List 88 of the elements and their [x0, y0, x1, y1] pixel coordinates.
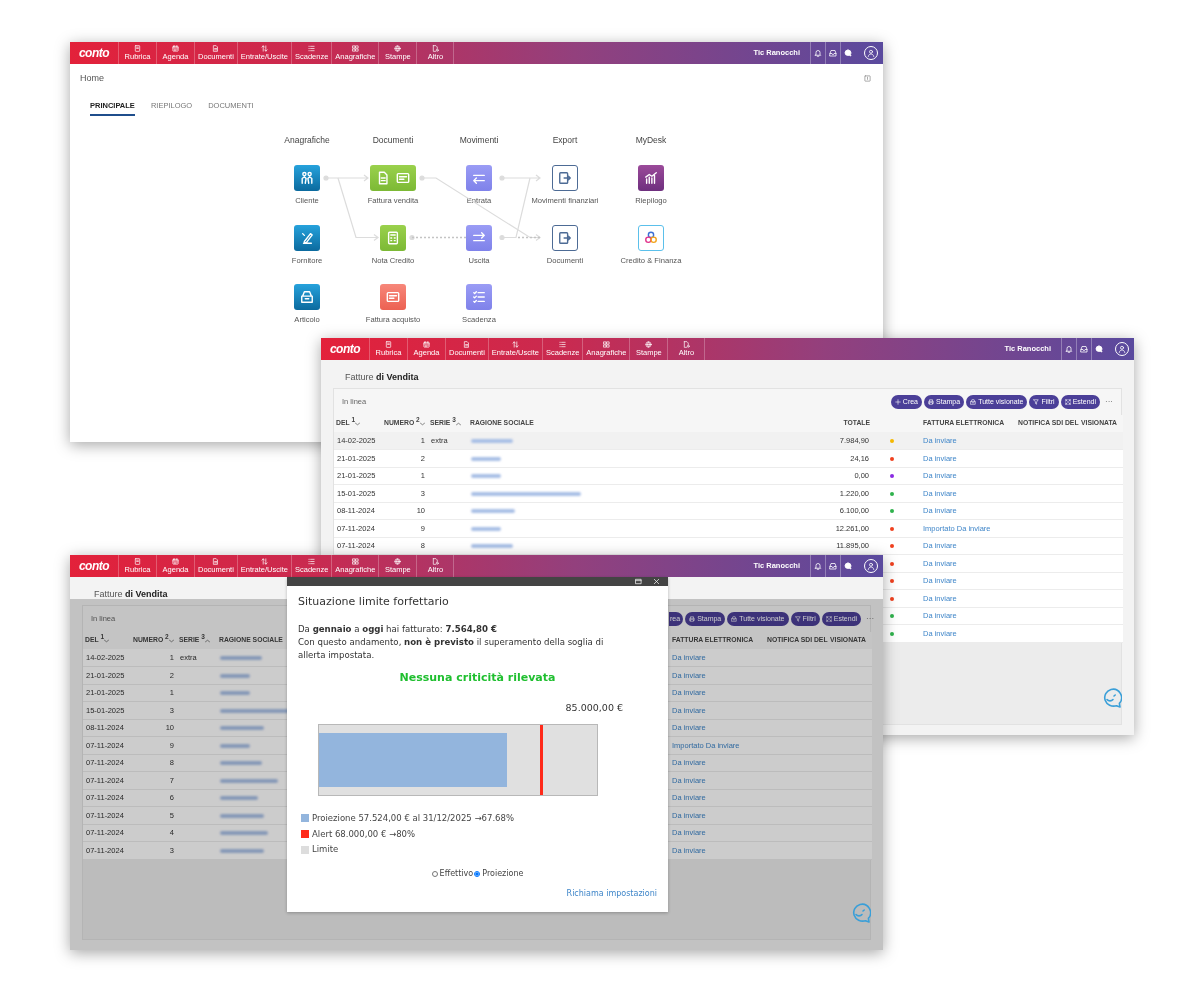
- export-icon[interactable]: [552, 165, 578, 191]
- status-text: Nessuna criticità rilevata: [398, 670, 557, 687]
- calendar-icon: [172, 558, 179, 566]
- radio-label[interactable]: Effettivo: [439, 868, 474, 881]
- card-icon[interactable]: [380, 284, 406, 310]
- document-icon: [463, 341, 471, 349]
- inbox-icon[interactable]: [1080, 345, 1088, 353]
- arrows-icon[interactable]: [466, 224, 492, 251]
- document-icon: [682, 341, 690, 349]
- legend-label: Alert 68.000,00 € →80%: [312, 827, 416, 841]
- document-icon: [431, 45, 439, 53]
- bell-icon[interactable]: [814, 562, 822, 570]
- filter-icon: [794, 616, 801, 622]
- plus-icon: [894, 399, 901, 405]
- legend-label: Proiezione 57.524,00 € al 31/12/2025 →67.68%: [312, 811, 514, 825]
- printer-icon: [689, 616, 696, 622]
- logo[interactable]: conto: [321, 338, 369, 360]
- list-icon: [559, 341, 567, 349]
- message-text: Da gennaio a oggi hai fatturato: 7.564,80 €: [298, 623, 498, 637]
- radio-button[interactable]: [431, 871, 438, 878]
- settings-link[interactable]: Richiama impostazioni: [566, 888, 657, 901]
- globe-icon: [394, 558, 402, 566]
- expand-icon: [825, 616, 832, 622]
- checklist-icon[interactable]: [466, 284, 492, 310]
- chart-icon[interactable]: [638, 165, 664, 191]
- grid-icon: [602, 341, 610, 349]
- people-icon[interactable]: [294, 165, 320, 191]
- export-icon[interactable]: [552, 224, 578, 251]
- arrows-icon: [260, 45, 268, 53]
- grid-icon: [351, 45, 359, 53]
- document-icon: [212, 45, 220, 53]
- box-icon[interactable]: [294, 284, 320, 310]
- user-icon: [1118, 345, 1126, 353]
- message-text: Con questo andamento, non è previsto il superamento della soglia di allerta impostata.: [298, 636, 605, 663]
- column-heading: Movimenti: [459, 134, 499, 147]
- document-tile-icon[interactable]: [370, 165, 416, 191]
- legend-label: Limite: [312, 843, 339, 857]
- more-button[interactable]: ···: [1102, 398, 1113, 406]
- chat-icon[interactable]: [1095, 345, 1103, 353]
- inbox-icon[interactable]: [829, 49, 837, 57]
- document-icon: [212, 558, 220, 566]
- limit-value: 85.000,00 €: [564, 700, 623, 715]
- radio-label[interactable]: Proiezione: [482, 868, 524, 881]
- box-icon: [731, 616, 738, 622]
- calendar-icon: [172, 45, 179, 53]
- logo[interactable]: conto: [70, 42, 118, 64]
- column-heading: Anagrafiche: [284, 134, 330, 147]
- filter-icon: [1033, 399, 1040, 405]
- chat-icon[interactable]: [844, 562, 852, 570]
- globe-icon: [394, 45, 402, 53]
- printer-icon: [928, 399, 935, 405]
- book-icon: [385, 341, 392, 349]
- maximize-icon[interactable]: [635, 578, 642, 585]
- calendar-icon: [423, 341, 430, 349]
- box-icon: [970, 399, 977, 405]
- bell-icon[interactable]: [814, 49, 822, 57]
- document-icon: [431, 558, 439, 566]
- page-title: Fatture di Vendita: [345, 372, 419, 382]
- list-icon: [308, 45, 316, 53]
- dotted-connector: [517, 236, 541, 239]
- arrows-icon[interactable]: [466, 165, 492, 191]
- bell-icon[interactable]: [1065, 345, 1073, 353]
- page-title: Fatture di Vendita: [94, 589, 168, 599]
- column-heading: MyDesk: [635, 134, 667, 147]
- grid-icon: [351, 558, 359, 566]
- book-icon: [134, 558, 141, 566]
- list-icon: [308, 558, 316, 566]
- arrows-icon: [511, 341, 519, 349]
- globe-icon: [645, 341, 653, 349]
- rings-icon[interactable]: [638, 224, 664, 251]
- more-button[interactable]: ···: [863, 615, 875, 623]
- inbox-icon[interactable]: [829, 562, 837, 570]
- column-heading: Documenti: [372, 134, 414, 147]
- expand-icon: [1064, 399, 1071, 405]
- radio-button[interactable]: [474, 871, 481, 878]
- close-icon[interactable]: [653, 578, 660, 585]
- column-heading: Export: [552, 134, 578, 147]
- dialog-title: Situazione limite forfettario: [298, 595, 450, 609]
- user-icon: [867, 562, 875, 570]
- pen-icon[interactable]: [294, 224, 320, 251]
- user-icon: [867, 49, 875, 57]
- book-icon: [134, 45, 141, 53]
- connector-line: [499, 177, 531, 241]
- logo[interactable]: conto: [70, 555, 118, 577]
- page-title: Home: [80, 72, 104, 85]
- chat-icon[interactable]: [844, 49, 852, 57]
- dotted-connector: [409, 234, 467, 241]
- arrows-icon: [260, 558, 268, 566]
